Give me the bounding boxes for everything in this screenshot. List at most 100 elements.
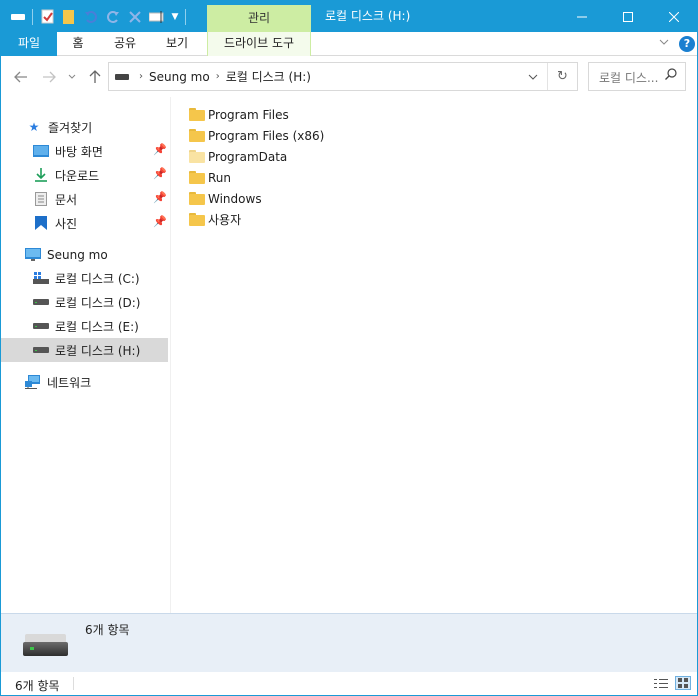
file-name: Program Files	[208, 107, 289, 122]
back-button[interactable]	[11, 67, 31, 87]
nav-item-drive-d[interactable]: 로컬 디스크 (D:)	[1, 290, 168, 314]
tab-file[interactable]: 파일	[1, 32, 57, 56]
file-name: ProgramData	[208, 149, 288, 164]
folder-icon	[189, 108, 205, 121]
forward-button[interactable]	[39, 67, 59, 87]
pin-icon[interactable]: 📌	[153, 143, 167, 156]
search-box[interactable]: 로컬 디스...	[588, 62, 686, 91]
list-item[interactable]: Program Files	[189, 104, 289, 125]
nav-item-drive-e[interactable]: 로컬 디스크 (E:)	[1, 314, 168, 338]
item-count: 6개 항목	[15, 679, 60, 693]
details-summary: 6개 항목	[85, 623, 130, 637]
list-item[interactable]: Windows	[189, 188, 262, 209]
nav-item-drive-c[interactable]: 로컬 디스크 (C:)	[1, 266, 168, 290]
breadcrumb-chevron-icon[interactable]: ›	[216, 71, 220, 82]
large-icons-view-icon[interactable]	[675, 676, 691, 690]
breadcrumb-chevron-icon[interactable]: ›	[139, 71, 143, 82]
search-placeholder: 로컬 디스...	[599, 71, 659, 85]
redo-icon[interactable]	[102, 1, 124, 32]
toolbar-separator	[185, 8, 186, 25]
computer-icon	[25, 247, 41, 263]
nav-item-label: 사진	[55, 216, 78, 231]
tab-home[interactable]: 홈	[61, 32, 95, 56]
pin-icon[interactable]: 📌	[153, 167, 167, 180]
list-item[interactable]: Run	[189, 167, 231, 188]
nav-item-label: 로컬 디스크 (D:)	[55, 295, 141, 310]
address-dropdown-chevron-icon[interactable]	[521, 63, 545, 90]
network-icon	[25, 374, 41, 390]
search-icon[interactable]	[665, 68, 677, 84]
undo-icon[interactable]	[80, 1, 102, 32]
expand-ribbon-chevron-icon[interactable]	[657, 36, 671, 52]
explorer-window: ▼ 관리 로컬 디스크 (H:) 파일 홈 공유 보기 드라이브 도구 ? › …	[0, 0, 698, 696]
close-button[interactable]	[651, 1, 697, 32]
properties-icon[interactable]	[36, 1, 58, 32]
file-name: 사용자	[208, 213, 242, 227]
context-tab-manage[interactable]: 관리	[207, 5, 311, 32]
list-item[interactable]: ProgramData	[189, 146, 287, 167]
maximize-button[interactable]	[605, 1, 651, 32]
nav-item-this-pc[interactable]: Seung mo	[1, 243, 168, 267]
drive-icon	[115, 73, 129, 80]
folder-icon	[189, 129, 205, 142]
pin-icon[interactable]: 📌	[153, 191, 167, 204]
details-view-icon[interactable]	[653, 676, 669, 690]
folder-icon	[189, 171, 205, 184]
download-icon	[33, 167, 49, 183]
nav-item-documents[interactable]: 문서 📌	[1, 187, 168, 211]
status-bar: 6개 항목	[1, 672, 697, 695]
delete-icon[interactable]	[124, 1, 146, 32]
nav-item-label: 로컬 디스크 (E:)	[55, 319, 139, 334]
window-title: 로컬 디스크 (H:)	[325, 9, 411, 23]
status-separator	[73, 677, 74, 690]
nav-item-label: 문서	[55, 192, 78, 207]
folder-icon	[189, 192, 205, 205]
nav-item-quick-access[interactable]: ★ 즐겨찾기	[1, 115, 168, 139]
drive-icon	[33, 318, 49, 334]
nav-item-label: 즐겨찾기	[48, 120, 93, 135]
drive-icon	[33, 342, 49, 358]
document-icon	[33, 191, 49, 207]
folder-icon	[189, 213, 205, 226]
nav-item-network[interactable]: 네트워크	[1, 370, 168, 394]
tab-share[interactable]: 공유	[105, 32, 145, 56]
rename-icon[interactable]	[146, 1, 168, 32]
breadcrumb-current-drive[interactable]: 로컬 디스크 (H:)	[226, 68, 311, 85]
nav-item-label: Seung mo	[47, 248, 108, 262]
nav-item-pictures[interactable]: 사진 📌	[1, 211, 168, 235]
nav-item-label: 바탕 화면	[55, 144, 103, 159]
toolbar-separator	[32, 8, 33, 25]
pictures-icon	[33, 215, 49, 231]
list-item[interactable]: 사용자	[189, 209, 241, 230]
nav-item-desktop[interactable]: 바탕 화면 📌	[1, 139, 168, 163]
title-bar: ▼ 관리 로컬 디스크 (H:)	[1, 1, 697, 32]
details-pane: 6개 항목	[1, 613, 697, 672]
nav-item-downloads[interactable]: 다운로드 📌	[1, 163, 168, 187]
recent-locations-chevron-icon[interactable]	[65, 67, 79, 87]
tab-drive-tools[interactable]: 드라이브 도구	[207, 32, 311, 56]
system-drive-icon	[33, 270, 49, 286]
breadcrumb-this-pc[interactable]: Seung mo	[149, 70, 210, 84]
nav-item-drive-h[interactable]: 로컬 디스크 (H:)	[1, 338, 168, 362]
drive-led-icon	[30, 647, 34, 650]
file-list: Program Files Program Files (x86) Progra…	[172, 97, 697, 613]
nav-item-label: 로컬 디스크 (C:)	[55, 271, 140, 286]
ribbon-tabs: 파일 홈 공유 보기 드라이브 도구 ?	[1, 32, 697, 56]
pin-icon[interactable]: 📌	[153, 215, 167, 228]
address-bar[interactable]: › Seung mo › 로컬 디스크 (H:) ↻	[108, 62, 578, 91]
drive-icon	[33, 294, 49, 310]
help-icon[interactable]: ?	[679, 36, 695, 52]
minimize-button[interactable]	[559, 1, 605, 32]
nav-item-label: 네트워크	[47, 375, 92, 390]
star-icon: ★	[28, 120, 40, 134]
drive-icon	[7, 1, 29, 32]
list-item[interactable]: Program Files (x86)	[189, 125, 324, 146]
up-button[interactable]	[85, 67, 105, 87]
tab-view[interactable]: 보기	[157, 32, 197, 56]
customize-toolbar-chevron-icon[interactable]: ▼	[168, 1, 182, 32]
refresh-icon[interactable]: ↻	[547, 63, 577, 90]
new-folder-icon[interactable]	[58, 1, 80, 32]
nav-item-label: 다운로드	[55, 168, 100, 183]
quick-access-toolbar: ▼	[7, 1, 189, 32]
navigation-pane: ★ 즐겨찾기 바탕 화면 📌 다운로드 📌 문서 📌 사진 📌 Seung mo…	[1, 97, 171, 613]
